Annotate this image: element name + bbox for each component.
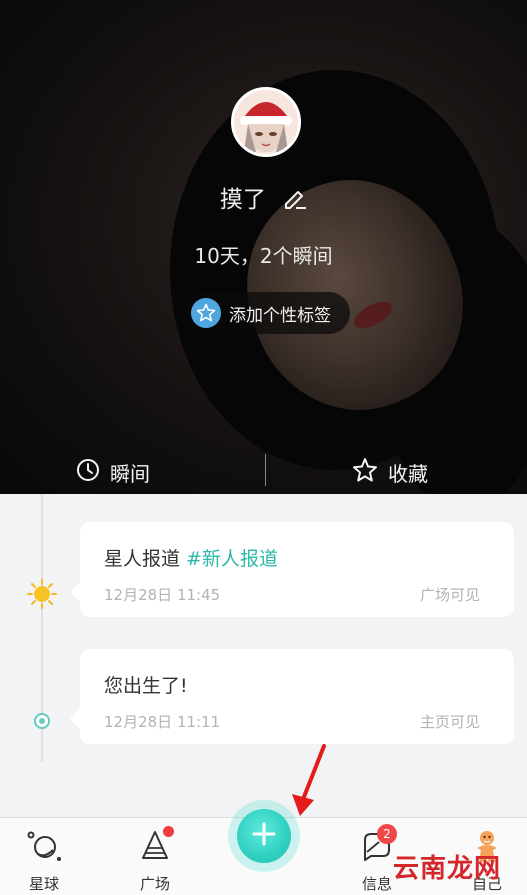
tab-moments-label: 瞬间 [110,458,150,494]
tab-favorites[interactable]: 收藏 [352,450,428,494]
moment-stats: 10天，2个瞬间 [194,244,333,268]
nav-planet[interactable]: 星球 [4,818,84,895]
hashtag-link[interactable]: #新人报道 [186,548,278,570]
planet-icon [26,828,62,864]
add-tag-button[interactable]: 添加个性标签 [186,292,350,334]
moment-card[interactable]: 星人报道 #新人报道 12月28日 11:45 广场可见 [70,522,514,617]
dot-icon [34,713,50,729]
edit-pencil-icon[interactable] [283,187,307,215]
nav-planet-label: 星球 [28,875,59,893]
sun-icon [27,579,57,609]
moment-title-text: 星人报道 [104,548,181,570]
moment-card[interactable]: 您出生了! 12月28日 11:11 主页可见 [70,649,514,744]
add-tag-label: 添加个性标签 [229,305,331,326]
nav-square[interactable]: 广场 [115,818,195,895]
plus-icon [251,821,277,851]
add-moment-button[interactable] [237,809,291,863]
profile-header: 摸了 10天，2个瞬间 添加个性标签 瞬间 收藏 [0,0,527,494]
notification-dot [163,826,174,837]
profile-tabs: 瞬间 收藏 [0,450,527,494]
moments-timeline: 星人报道 #新人报道 12月28日 11:45 广场可见 您出生了! 12月28… [0,494,527,817]
clock-icon [76,458,100,487]
watermark-logo: 云南龙网 [393,854,502,884]
nav-square-label: 广场 [139,875,170,893]
tab-divider [265,454,266,486]
moment-time: 12月28日 11:11 [104,713,221,731]
moment-visibility: 主页可见 [419,713,480,731]
moment-title: 星人报道 #新人报道 [104,544,278,571]
avatar[interactable] [231,87,301,157]
moment-time: 12月28日 11:45 [104,586,221,604]
nickname-row: 摸了 [0,180,527,215]
star-icon [352,457,378,488]
tab-moments[interactable]: 瞬间 [76,450,150,494]
message-badge: 2 [377,824,397,844]
star-badge-icon [191,298,221,328]
nickname: 摸了 [219,187,266,213]
annotation-arrow-icon [292,744,326,816]
moment-visibility: 广场可见 [419,586,480,604]
moment-title: 您出生了! [104,675,188,697]
tab-favorites-label: 收藏 [388,461,428,486]
